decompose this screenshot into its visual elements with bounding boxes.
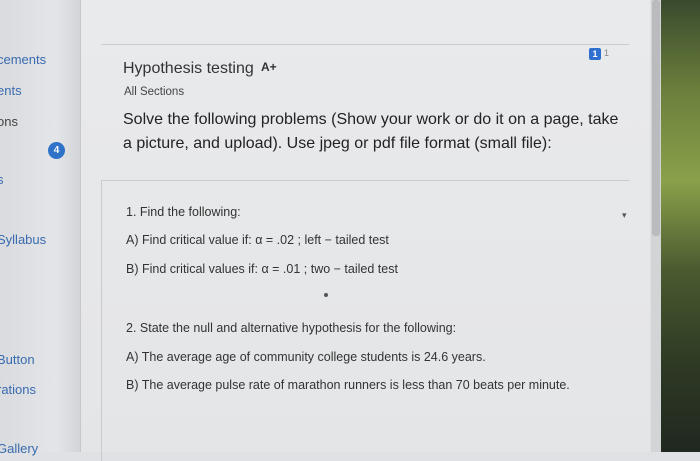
- unread-count-badge: 4: [48, 142, 65, 159]
- question-1-heading: 1. Find the following:: [126, 205, 241, 219]
- accessibility-icon[interactable]: A+: [261, 60, 277, 74]
- divider: [101, 44, 629, 45]
- background-photo-edge: [661, 0, 700, 452]
- instructions-text: Solve the following problems (Show your …: [123, 111, 619, 152]
- section-label: All Sections: [124, 86, 185, 98]
- scrollbar-thumb[interactable]: [652, 0, 660, 236]
- cursor-icon: [324, 293, 328, 297]
- unread-badge: 1: [589, 48, 601, 60]
- discussion-content: ⋯ 1 1 Hypothesis testing A+ All Sections…: [81, 0, 700, 461]
- sidebar-item-assignments[interactable]: ents: [0, 83, 22, 98]
- sidebar-item-gallery[interactable]: Gallery: [0, 441, 38, 456]
- sidebar-item-grades[interactable]: s: [0, 172, 4, 187]
- question-1a: A) Find critical value if: α = .02 ; lef…: [126, 233, 389, 247]
- course-nav-sidebar: cements ents ons 4 s Syllabus Button rat…: [0, 0, 81, 456]
- sidebar-item-collaborations[interactable]: rations: [0, 382, 36, 397]
- caret-icon: ▾: [622, 210, 627, 220]
- page-title: Hypothesis testing: [123, 60, 254, 77]
- sidebar-item-syllabus[interactable]: Syllabus: [0, 232, 46, 247]
- question-2a: A) The average age of community college …: [126, 350, 486, 364]
- reply-count: 1: [604, 48, 610, 58]
- question-2-heading: 2. State the null and alternative hypoth…: [126, 321, 457, 335]
- question-1b: B) Find critical values if: α = .01 ; tw…: [126, 262, 398, 276]
- sidebar-item-announcements[interactable]: cements: [0, 52, 46, 67]
- question-2b: B) The average pulse rate of marathon ru…: [126, 378, 570, 392]
- sidebar-item-button[interactable]: Button: [0, 352, 35, 367]
- sidebar-item-discussions[interactable]: ons: [0, 114, 18, 129]
